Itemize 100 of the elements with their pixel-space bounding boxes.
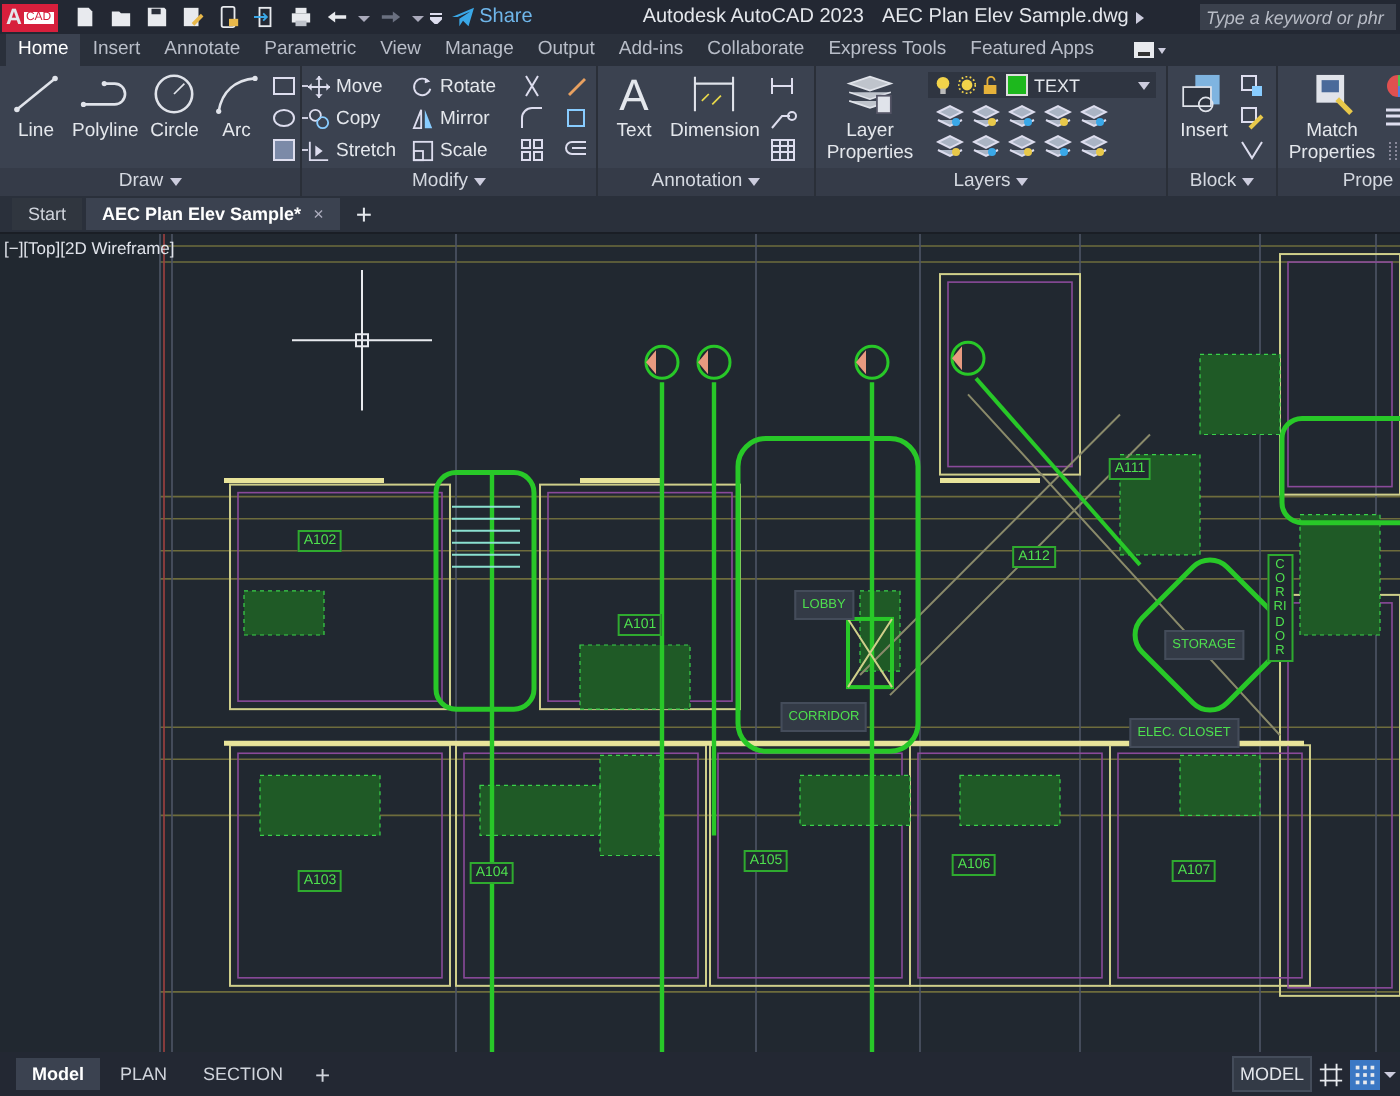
mirror-tool[interactable]: Mirror [412, 104, 512, 132]
layer-tool-icon[interactable] [972, 104, 1000, 128]
explode-icon[interactable] [564, 106, 588, 130]
phone-icon[interactable] [217, 6, 240, 28]
file-tab[interactable]: AEC Plan Elev Sample* × [86, 198, 340, 230]
insert-tool[interactable]: Insert [1174, 72, 1234, 142]
arc-tool[interactable]: Arc [206, 72, 267, 142]
layer-tool-icon[interactable] [1044, 104, 1072, 128]
new-tab-button[interactable]: + [355, 198, 373, 230]
paper-plane-icon [451, 6, 474, 28]
caret-icon[interactable] [357, 11, 370, 23]
hatch-icon[interactable] [272, 138, 313, 162]
move-arrows-icon [308, 75, 330, 97]
customize-caret-icon[interactable] [429, 11, 442, 23]
layer-tool-icon[interactable] [972, 134, 1000, 158]
export-icon[interactable] [253, 6, 276, 28]
trim-icon[interactable] [520, 74, 544, 98]
share-button[interactable]: Share [447, 6, 537, 28]
ellipse-icon[interactable] [272, 106, 313, 130]
text-tool[interactable]: A Text [604, 72, 664, 142]
close-tab-button[interactable]: × [313, 204, 324, 224]
expand-arrow-icon[interactable] [1134, 11, 1147, 23]
snap-toggle-icon[interactable] [1350, 1059, 1380, 1089]
sun-icon [958, 76, 976, 94]
mirror-icon [412, 107, 434, 129]
ribbon-tab[interactable]: Insert [80, 34, 153, 66]
rotate-tool[interactable]: Rotate [412, 72, 512, 100]
window-title: Autodesk AutoCAD 2023 [642, 6, 864, 28]
grid-toggle-icon[interactable] [1316, 1059, 1346, 1089]
file-name: AEC Plan Elev Sample.dwg [881, 6, 1129, 28]
scale-icon [412, 139, 434, 161]
layer-tool-icon[interactable] [1080, 134, 1108, 158]
layer-tool-icon[interactable] [936, 134, 964, 158]
undo-icon[interactable] [325, 6, 348, 28]
arc-icon [210, 72, 263, 116]
caret-icon[interactable] [1242, 178, 1255, 186]
caret-icon[interactable] [473, 178, 486, 186]
panel-title[interactable]: Modify [412, 168, 468, 196]
layout-tab[interactable]: SECTION [187, 1058, 300, 1090]
ribbon-tab[interactable]: View [368, 34, 434, 66]
ribbon-tab[interactable]: Add-ins [606, 34, 696, 66]
caret-icon[interactable] [411, 11, 424, 23]
line-tool[interactable]: Line [6, 72, 66, 142]
caret-icon[interactable] [748, 178, 761, 186]
layer-stack-icon [844, 72, 896, 116]
caret-icon[interactable] [169, 178, 182, 186]
ribbon-tab[interactable]: Manage [433, 34, 526, 66]
dropdown-caret-icon [1138, 81, 1150, 89]
layer-properties-tool[interactable]: Layer Properties [822, 72, 918, 164]
save-icon[interactable] [145, 6, 168, 28]
dimension-tool[interactable]: Dimension [666, 72, 764, 142]
panel-title[interactable]: Layers [953, 168, 1011, 196]
viewport-controls[interactable]: [−][Top][2D Wireframe] [4, 238, 175, 258]
ribbon-tab[interactable]: Featured Apps [958, 34, 1106, 66]
layer-dropdown[interactable]: TEXT [928, 72, 1156, 98]
array-icon[interactable] [520, 138, 544, 162]
panel-title[interactable]: Draw [118, 168, 164, 196]
ribbon-tab[interactable]: Express Tools [816, 34, 959, 66]
create-block-icon[interactable] [1240, 74, 1264, 98]
rectangle-icon[interactable] [272, 74, 313, 98]
circle-tool[interactable]: Circle [144, 72, 205, 142]
ribbon-tab[interactable]: Parametric [252, 34, 369, 66]
match-properties-tool[interactable]: Match Properties [1284, 72, 1380, 164]
minimize-ribbon-icon[interactable] [1133, 42, 1166, 58]
rotate-icon [412, 75, 434, 97]
logo-letter: A [6, 5, 22, 29]
layer-name: TEXT [1034, 75, 1081, 95]
layer-tool-icon[interactable] [936, 104, 964, 128]
model-space-button[interactable]: MODEL [1231, 1056, 1312, 1092]
ribbon-tab[interactable]: Collaborate [695, 34, 817, 66]
edit-block-icon[interactable] [1240, 106, 1264, 130]
save-as-icon[interactable] [181, 6, 204, 28]
fillet-icon[interactable] [520, 106, 544, 130]
ribbon-tab[interactable]: Annotate [152, 34, 253, 66]
search-field[interactable]: Type a keyword or phr [1200, 4, 1396, 30]
add-layout-button[interactable]: + [303, 1059, 343, 1089]
stretch-tool[interactable]: Stretch [308, 136, 408, 164]
layer-tool-icon[interactable] [1008, 134, 1036, 158]
layer-tool-icon[interactable] [1008, 104, 1036, 128]
layout-tab[interactable]: Model [16, 1058, 100, 1090]
lightbulb-icon [934, 76, 952, 94]
move-tool[interactable]: Move [308, 72, 408, 100]
caret-icon[interactable] [1384, 1068, 1396, 1080]
ribbon-tab[interactable]: Home [6, 34, 81, 66]
padlock-icon [982, 76, 1000, 94]
layer-tool-icon[interactable] [1080, 104, 1108, 128]
folder-icon[interactable] [109, 6, 132, 28]
copy-tool[interactable]: Copy [308, 104, 408, 132]
polyline-tool[interactable]: Polyline [68, 72, 143, 142]
attribute-icon[interactable] [1240, 138, 1264, 162]
file-tab[interactable]: Start [12, 198, 83, 230]
scale-tool[interactable]: Scale [412, 136, 512, 164]
redo-icon[interactable] [379, 6, 402, 28]
print-icon[interactable] [289, 6, 312, 28]
new-file-icon[interactable] [73, 6, 96, 28]
layout-tab[interactable]: PLAN [104, 1058, 184, 1090]
eraser-icon[interactable] [564, 74, 588, 98]
caret-icon[interactable] [1016, 178, 1029, 186]
layer-tool-icon[interactable] [1044, 134, 1072, 158]
ribbon-tab[interactable]: Output [525, 34, 607, 66]
